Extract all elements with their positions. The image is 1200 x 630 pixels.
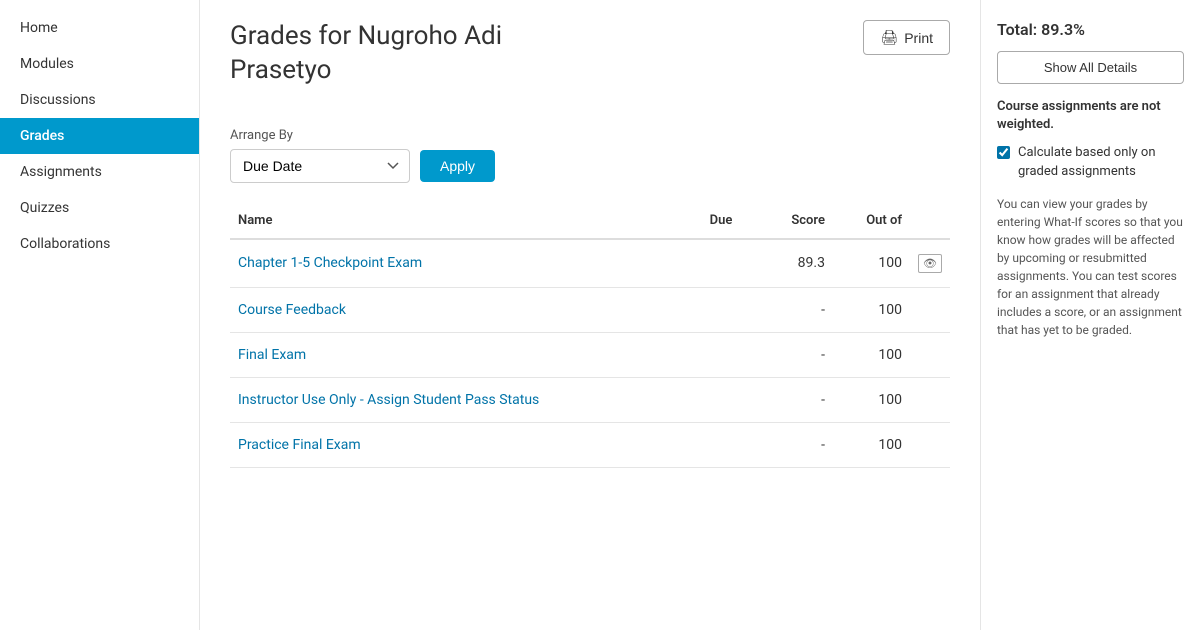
row-due <box>702 422 760 467</box>
row-outof: 100 <box>833 332 910 377</box>
row-name: Final Exam <box>230 332 702 377</box>
table-row: Course Feedback -100 <box>230 287 950 332</box>
total-grade: Total: 89.3% <box>997 20 1184 39</box>
row-icon: 👁 <box>910 239 950 288</box>
arrange-row: Due DateTitleModuleAssignment Group Appl… <box>230 149 950 183</box>
row-icon <box>910 332 950 377</box>
sidebar-item-collaborations[interactable]: Collaborations <box>0 226 199 262</box>
printer-icon: 🖨 <box>880 29 898 46</box>
table-header-row: Name Due Score Out of <box>230 203 950 239</box>
apply-button[interactable]: Apply <box>420 150 495 182</box>
page-title: Grades for Nugroho Adi Prasetyo <box>230 20 502 88</box>
row-icon <box>910 377 950 422</box>
course-note: Course assignments are not weighted. <box>997 98 1184 134</box>
col-name: Name <box>230 203 702 239</box>
main-content: Grades for Nugroho Adi Prasetyo 🖨 Print … <box>200 0 980 630</box>
table-body: Chapter 1-5 Checkpoint Exam89.3100👁Cours… <box>230 239 950 468</box>
sidebar-item-discussions[interactable]: Discussions <box>0 82 199 118</box>
row-due <box>702 287 760 332</box>
arrange-by-label: Arrange By <box>230 128 950 143</box>
sidebar: HomeModulesDiscussionsGradesAssignmentsQ… <box>0 0 200 630</box>
col-actions <box>910 203 950 239</box>
table-row: Practice Final Exam -100 <box>230 422 950 467</box>
sidebar-item-quizzes[interactable]: Quizzes <box>0 190 199 226</box>
calculate-checkbox[interactable] <box>997 146 1010 159</box>
row-due <box>702 377 760 422</box>
row-icon <box>910 422 950 467</box>
sidebar-item-modules[interactable]: Modules <box>0 46 199 82</box>
row-icon <box>910 287 950 332</box>
whatif-description: You can view your grades by entering Wha… <box>997 195 1184 339</box>
row-score: - <box>759 422 833 467</box>
row-outof: 100 <box>833 422 910 467</box>
page-header: Grades for Nugroho Adi Prasetyo 🖨 Print <box>230 20 950 108</box>
sidebar-item-assignments[interactable]: Assignments <box>0 154 199 190</box>
table-header: Name Due Score Out of <box>230 203 950 239</box>
row-name: Course Feedback <box>230 287 702 332</box>
assignment-link[interactable]: Instructor Use Only - Assign Student Pas… <box>238 392 539 408</box>
print-button-row: 🖨 Print <box>863 20 950 55</box>
arrange-section: Arrange By Due DateTitleModuleAssignment… <box>230 128 950 183</box>
row-due <box>702 239 760 288</box>
row-outof: 100 <box>833 239 910 288</box>
assignment-link[interactable]: Practice Final Exam <box>238 437 361 453</box>
assignment-link[interactable]: Chapter 1-5 Checkpoint Exam <box>238 255 422 271</box>
table-row: Instructor Use Only - Assign Student Pas… <box>230 377 950 422</box>
col-outof: Out of <box>833 203 910 239</box>
sidebar-item-grades[interactable]: Grades <box>0 118 199 154</box>
sidebar-item-home[interactable]: Home <box>0 10 199 46</box>
show-all-details-button[interactable]: Show All Details <box>997 51 1184 84</box>
print-button[interactable]: 🖨 Print <box>863 20 950 55</box>
row-due <box>702 332 760 377</box>
whatif-icon[interactable]: 👁 <box>918 254 942 273</box>
col-score: Score <box>759 203 833 239</box>
table-row: Final Exam -100 <box>230 332 950 377</box>
grades-table: Name Due Score Out of Chapter 1-5 Checkp… <box>230 203 950 468</box>
row-name: Practice Final Exam <box>230 422 702 467</box>
assignment-link[interactable]: Final Exam <box>238 347 306 363</box>
col-due: Due <box>702 203 760 239</box>
row-score: - <box>759 287 833 332</box>
row-score: - <box>759 332 833 377</box>
arrange-by-select[interactable]: Due DateTitleModuleAssignment Group <box>230 149 410 183</box>
row-name: Instructor Use Only - Assign Student Pas… <box>230 377 702 422</box>
row-name: Chapter 1-5 Checkpoint Exam <box>230 239 702 288</box>
calculate-checkbox-row: Calculate based only on graded assignmen… <box>997 144 1184 180</box>
assignment-link[interactable]: Course Feedback <box>238 302 346 318</box>
row-score: - <box>759 377 833 422</box>
right-panel: Total: 89.3% Show All Details Course ass… <box>980 0 1200 630</box>
table-row: Chapter 1-5 Checkpoint Exam 89.3100 👁 <box>230 239 950 288</box>
row-score: 89.3 <box>759 239 833 288</box>
calculate-checkbox-label[interactable]: Calculate based only on graded assignmen… <box>1018 144 1184 180</box>
row-outof: 100 <box>833 377 910 422</box>
row-outof: 100 <box>833 287 910 332</box>
